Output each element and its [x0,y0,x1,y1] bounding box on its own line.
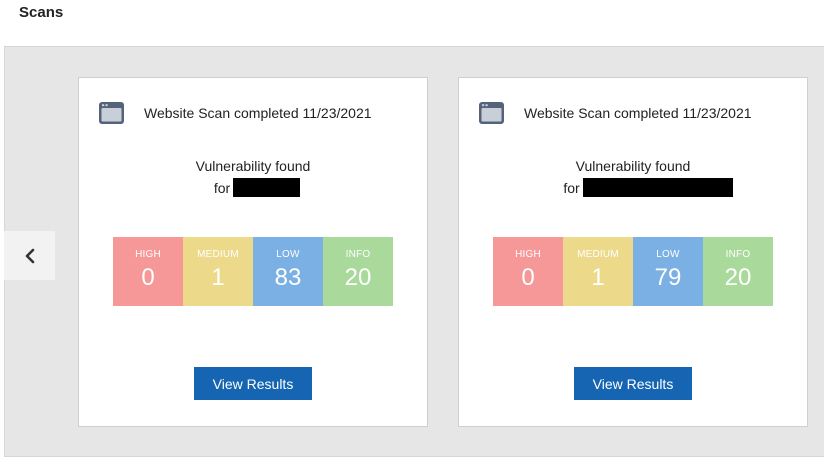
browser-window-icon [479,102,504,124]
redacted-target [582,178,733,197]
severity-label: MEDIUM [197,249,239,260]
scan-target-line: for [459,178,807,197]
severity-count: 83 [274,264,302,291]
scan-card-header: Website Scan completed 11/23/2021 [99,102,372,124]
vulnerability-found-label: Vulnerability found [575,158,691,174]
view-results-button[interactable]: View Results [574,367,692,400]
severity-label: LOW [656,249,680,260]
view-results-button[interactable]: View Results [194,367,312,400]
severity-info: INFO 20 [703,237,773,306]
severity-count: 20 [344,264,372,291]
severity-low: LOW 79 [633,237,703,306]
severity-count: 1 [591,264,605,291]
severity-label: LOW [276,249,300,260]
severity-count: 79 [654,264,682,291]
scan-card: Website Scan completed 11/23/2021 Vulner… [78,77,428,427]
scan-card-title: Website Scan completed 11/23/2021 [144,105,372,121]
severity-count: 0 [521,264,535,291]
severity-count: 0 [141,264,155,291]
severity-count: 20 [724,264,752,291]
for-label: for [563,179,580,196]
severity-label: INFO [725,249,751,260]
severity-high: HIGH 0 [493,237,563,306]
vulnerability-found-label: Vulnerability found [195,158,311,174]
severity-label: HIGH [515,249,541,260]
severity-info: INFO 20 [323,237,393,306]
severity-medium: MEDIUM 1 [563,237,633,306]
scan-card: Website Scan completed 11/23/2021 Vulner… [458,77,808,427]
carousel-prev-button[interactable] [4,231,55,280]
page-title: Scans [19,4,64,21]
severity-label: MEDIUM [577,249,619,260]
severity-label: HIGH [135,249,161,260]
severity-summary: HIGH 0 MEDIUM 1 LOW 79 INFO 20 [493,237,773,306]
severity-count: 1 [211,264,225,291]
severity-low: LOW 83 [253,237,323,306]
severity-medium: MEDIUM 1 [183,237,253,306]
scan-card-title: Website Scan completed 11/23/2021 [524,105,752,121]
browser-window-icon [99,102,124,124]
for-label: for [213,179,231,196]
severity-high: HIGH 0 [113,237,183,306]
severity-summary: HIGH 0 MEDIUM 1 LOW 83 INFO 20 [113,237,393,306]
chevron-left-icon [25,248,34,263]
scan-target-line: for [79,178,427,197]
redacted-target [233,178,301,197]
scan-card-header: Website Scan completed 11/23/2021 [479,102,752,124]
severity-label: INFO [345,249,371,260]
